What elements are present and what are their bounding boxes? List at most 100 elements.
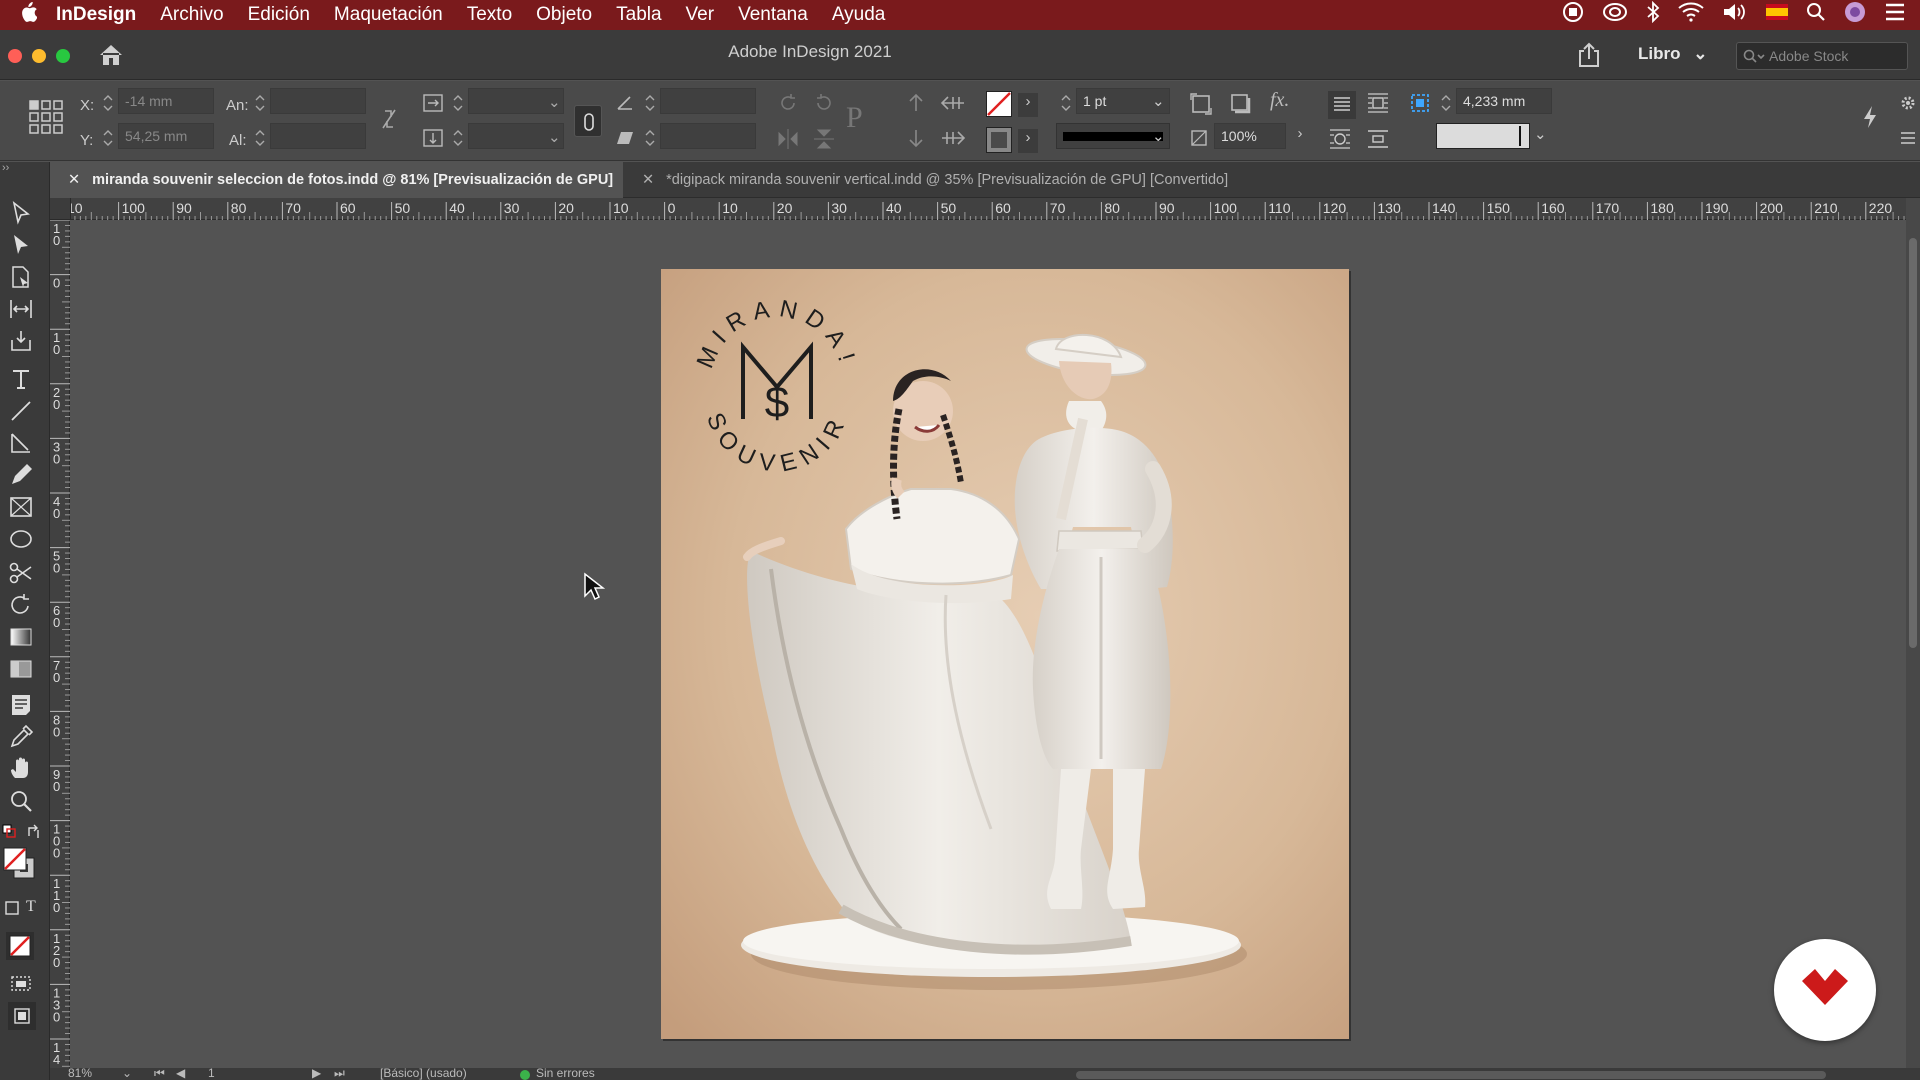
screen-mode-icon[interactable] bbox=[8, 970, 34, 996]
hand-tool-icon[interactable] bbox=[8, 756, 34, 782]
select-content-icon[interactable] bbox=[906, 128, 926, 152]
collapse-panel-icon[interactable]: ›› bbox=[2, 162, 28, 188]
photo-frame[interactable]: MIRANDA! SOUVENIR $ bbox=[661, 269, 1349, 1039]
text-wrap-bounding-icon[interactable] bbox=[1366, 91, 1390, 119]
apply-none-icon[interactable] bbox=[6, 932, 34, 960]
fill-stroke-swatch-icon[interactable] bbox=[2, 846, 38, 882]
control-panel-menu-icon[interactable] bbox=[1900, 131, 1916, 149]
share-icon[interactable] bbox=[1576, 42, 1602, 73]
workspace-switcher[interactable]: Libro ⌄ bbox=[1638, 44, 1707, 64]
adobe-stock-search[interactable]: Adobe Stock bbox=[1736, 42, 1908, 70]
rotate-ccw-icon[interactable] bbox=[812, 91, 836, 119]
scale-x-dropdown-icon[interactable]: ⌄ bbox=[548, 93, 561, 111]
shear-angle-icon[interactable] bbox=[616, 128, 634, 150]
content-collector-tool-icon[interactable] bbox=[8, 328, 34, 354]
ruler-origin[interactable] bbox=[50, 198, 71, 220]
pencil-tool-icon[interactable] bbox=[8, 462, 34, 488]
app-menu-indesign[interactable]: InDesign bbox=[56, 4, 136, 26]
width-field[interactable] bbox=[270, 88, 366, 114]
effects-fx-icon[interactable]: fx. bbox=[1270, 89, 1289, 112]
vertical-scrollbar-thumb[interactable] bbox=[1909, 238, 1917, 648]
width-stepper[interactable] bbox=[254, 91, 266, 115]
stroke-style-dropdown-icon[interactable]: ⌄ bbox=[1534, 125, 1547, 143]
menu-maquetacion[interactable]: Maquetación bbox=[334, 4, 443, 26]
document-page[interactable]: MIRANDA! SOUVENIR $ bbox=[661, 269, 1349, 1039]
first-page-icon[interactable]: ⏮ bbox=[154, 1068, 165, 1080]
opacity-menu-chevron-icon[interactable]: › bbox=[1290, 125, 1310, 149]
zoom-level-field[interactable]: 81% bbox=[68, 1068, 92, 1080]
last-page-icon[interactable]: ⏭ bbox=[334, 1068, 345, 1080]
stroke-swatch[interactable] bbox=[986, 127, 1012, 153]
scale-x-icon[interactable] bbox=[422, 93, 444, 117]
y-stepper[interactable] bbox=[102, 126, 114, 150]
stroke-style-preview[interactable] bbox=[1436, 123, 1530, 149]
stroke-weight-stepper[interactable] bbox=[1060, 91, 1072, 115]
horizontal-ruler[interactable]: 10 100 90 80 70 60 50 40 30 20 10 0 10 20 30 40 50 60 70 80… bbox=[50, 198, 1906, 220]
page-number-field[interactable]: 1 bbox=[208, 1068, 215, 1080]
menu-ver[interactable]: Ver bbox=[686, 4, 715, 26]
tab-miranda-seleccion-fotos[interactable]: ✕ miranda souvenir seleccion de fotos.ind… bbox=[50, 162, 623, 198]
quick-actions-bolt-icon[interactable] bbox=[1862, 105, 1878, 133]
gap-tool-icon[interactable] bbox=[8, 296, 34, 322]
formatting-affects-container-icon[interactable] bbox=[4, 900, 20, 916]
line-tool-icon[interactable] bbox=[8, 398, 34, 424]
stroke-type-dropdown-icon[interactable]: ⌄ bbox=[1152, 127, 1165, 145]
keyboard-language-flag-icon[interactable] bbox=[1766, 4, 1788, 26]
menu-tabla[interactable]: Tabla bbox=[616, 4, 661, 26]
selection-tool-icon[interactable] bbox=[8, 200, 34, 226]
type-tool-icon[interactable] bbox=[8, 366, 34, 392]
rotation-angle-icon[interactable] bbox=[616, 93, 634, 115]
bluetooth-icon[interactable] bbox=[1646, 0, 1660, 29]
flip-vertical-icon[interactable] bbox=[812, 127, 836, 155]
flip-horizontal-icon[interactable] bbox=[776, 127, 800, 155]
pen-tool-icon[interactable] bbox=[8, 430, 34, 456]
link-scale-button[interactable] bbox=[574, 105, 602, 137]
scale-y-dropdown-icon[interactable]: ⌄ bbox=[548, 128, 561, 146]
fill-menu-chevron-icon[interactable]: › bbox=[1018, 93, 1038, 117]
auto-fit-icon[interactable] bbox=[1410, 93, 1430, 117]
close-tab-icon[interactable]: ✕ bbox=[68, 172, 80, 188]
stroke-weight-dropdown-icon[interactable]: ⌄ bbox=[1152, 92, 1165, 110]
reference-p-icon[interactable]: P bbox=[846, 101, 863, 135]
page-tool-icon[interactable] bbox=[8, 264, 34, 290]
eyedropper-tool-icon[interactable] bbox=[8, 724, 34, 750]
horizontal-scrollbar-thumb[interactable] bbox=[1076, 1071, 1826, 1079]
select-container-icon[interactable] bbox=[906, 93, 926, 117]
select-previous-object-icon[interactable] bbox=[940, 93, 966, 117]
note-tool-icon[interactable] bbox=[8, 692, 34, 718]
shear-field[interactable] bbox=[660, 123, 756, 149]
vertical-scrollbar[interactable] bbox=[1906, 198, 1920, 1070]
next-page-icon[interactable]: ▶ bbox=[312, 1068, 321, 1080]
vertical-ruler[interactable]: 10010203040506070809010011012013014 bbox=[50, 220, 70, 1070]
volume-icon[interactable] bbox=[1722, 2, 1748, 28]
text-wrap-none-icon[interactable] bbox=[1328, 91, 1356, 119]
direct-selection-tool-icon[interactable] bbox=[8, 232, 34, 258]
rotation-field[interactable] bbox=[660, 88, 756, 114]
menu-edicion[interactable]: Edición bbox=[248, 4, 310, 26]
menu-ayuda[interactable]: Ayuda bbox=[832, 4, 886, 26]
fill-swatch[interactable] bbox=[986, 91, 1012, 117]
user-avatar-icon[interactable] bbox=[1844, 1, 1866, 29]
gradient-swatch-tool-icon[interactable] bbox=[8, 624, 34, 650]
tab-digipack-miranda-vertical[interactable]: ✕ *digipack miranda souvenir vertical.ind… bbox=[624, 162, 1344, 198]
gutter-stepper[interactable] bbox=[1440, 91, 1452, 115]
screen-record-icon[interactable] bbox=[1562, 1, 1584, 29]
scissors-tool-icon[interactable] bbox=[8, 560, 34, 586]
constrain-proportions-icon[interactable] bbox=[380, 107, 398, 135]
rectangle-frame-tool-icon[interactable] bbox=[8, 494, 34, 520]
height-stepper[interactable] bbox=[254, 126, 266, 150]
control-panel-settings-gear-icon[interactable] bbox=[1900, 95, 1916, 115]
creative-cloud-icon[interactable] bbox=[1602, 2, 1628, 28]
menu-ventana[interactable]: Ventana bbox=[738, 4, 808, 26]
y-position-field[interactable]: 54,25 mm bbox=[118, 123, 214, 149]
reference-point-icon[interactable] bbox=[28, 99, 64, 139]
drop-shadow-icon[interactable] bbox=[1230, 93, 1252, 119]
previous-page-icon[interactable]: ◀ bbox=[176, 1068, 185, 1080]
x-stepper[interactable] bbox=[102, 91, 114, 115]
control-center-icon[interactable] bbox=[1884, 3, 1906, 27]
text-wrap-jump-icon[interactable] bbox=[1366, 127, 1390, 155]
menu-objeto[interactable]: Objeto bbox=[536, 4, 592, 26]
formatting-affects-text-icon[interactable]: T bbox=[26, 898, 42, 916]
rotate-cw-icon[interactable] bbox=[776, 91, 800, 119]
spotlight-search-icon[interactable] bbox=[1806, 2, 1826, 28]
